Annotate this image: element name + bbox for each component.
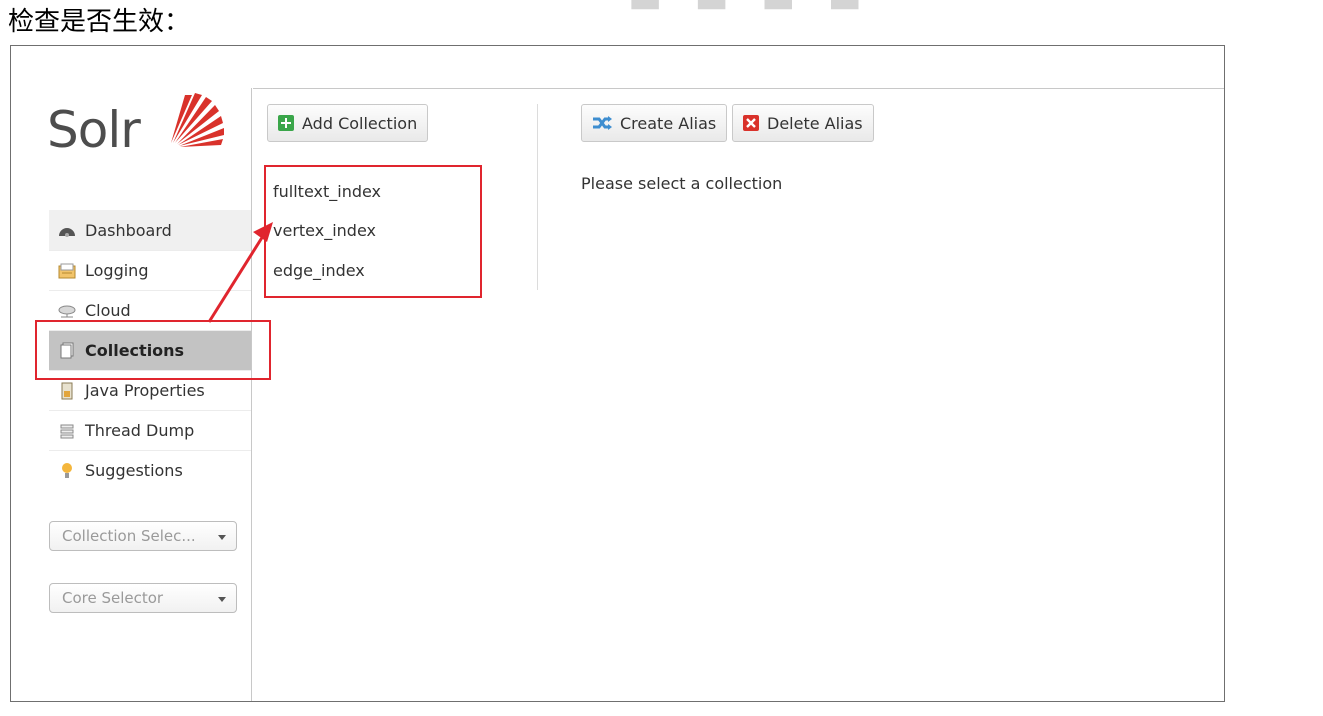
collection-item-fulltext-index[interactable]: fulltext_index bbox=[273, 182, 381, 201]
nav-item-logging[interactable]: Logging bbox=[49, 250, 251, 290]
collections-icon bbox=[57, 341, 77, 361]
column-divider bbox=[537, 104, 538, 290]
sidebar-divider bbox=[251, 88, 252, 701]
sidebar-nav: Dashboard Logging Cloud Collections Java… bbox=[49, 210, 251, 490]
nav-label: Logging bbox=[85, 261, 149, 280]
nav-label: Collections bbox=[85, 341, 185, 360]
collection-item-edge-index[interactable]: edge_index bbox=[273, 261, 365, 280]
dashboard-icon bbox=[57, 220, 77, 240]
java-properties-icon bbox=[57, 381, 77, 401]
lightbulb-icon bbox=[57, 461, 77, 481]
logo-text: Solr bbox=[47, 101, 141, 159]
cloud-icon bbox=[57, 301, 77, 321]
nav-label: Java Properties bbox=[85, 381, 205, 400]
document-heading: 检查是否生效： bbox=[8, 7, 191, 37]
solr-logo[interactable]: Solr bbox=[47, 91, 237, 186]
delete-alias-button[interactable]: Delete Alias bbox=[732, 104, 874, 142]
add-collection-button[interactable]: Add Collection bbox=[267, 104, 429, 142]
collection-selector[interactable]: Collection Selec... bbox=[49, 521, 237, 551]
watermark: ▬ ▬ ▬ ▬ bbox=[628, 0, 872, 21]
sun-burst-icon bbox=[171, 93, 224, 147]
nav-item-suggestions[interactable]: Suggestions bbox=[49, 450, 251, 490]
collection-selector-value: Collection Selec... bbox=[62, 527, 196, 545]
nav-label: Cloud bbox=[85, 301, 131, 320]
nav-label: Dashboard bbox=[85, 220, 172, 240]
core-selector[interactable]: Core Selector bbox=[49, 583, 237, 613]
chevron-down-icon bbox=[218, 535, 226, 540]
collection-item-vertex-index[interactable]: vertex_index bbox=[273, 221, 376, 240]
nav-item-dashboard[interactable]: Dashboard bbox=[49, 210, 251, 250]
nav-item-thread-dump[interactable]: Thread Dump bbox=[49, 410, 251, 450]
nav-item-collections[interactable]: Collections bbox=[49, 330, 251, 370]
nav-label: Suggestions bbox=[85, 461, 183, 480]
create-alias-button[interactable]: Create Alias bbox=[581, 104, 728, 142]
close-icon bbox=[743, 115, 759, 131]
chevron-down-icon bbox=[218, 597, 226, 602]
delete-alias-label: Delete Alias bbox=[767, 113, 863, 133]
header-divider bbox=[253, 88, 1224, 89]
logging-icon bbox=[57, 261, 77, 281]
select-collection-hint: Please select a collection bbox=[581, 174, 783, 193]
create-alias-label: Create Alias bbox=[620, 113, 717, 133]
core-selector-value: Core Selector bbox=[62, 589, 164, 607]
plus-icon bbox=[278, 115, 294, 131]
nav-item-java-properties[interactable]: Java Properties bbox=[49, 370, 251, 410]
add-collection-label: Add Collection bbox=[302, 113, 418, 133]
shuffle-icon bbox=[592, 115, 612, 131]
nav-label: Thread Dump bbox=[85, 421, 195, 440]
nav-item-cloud[interactable]: Cloud bbox=[49, 290, 251, 330]
solr-admin-window: Solr Dashboard Logging Cloud Collections… bbox=[10, 45, 1225, 702]
thread-dump-icon bbox=[57, 421, 77, 441]
